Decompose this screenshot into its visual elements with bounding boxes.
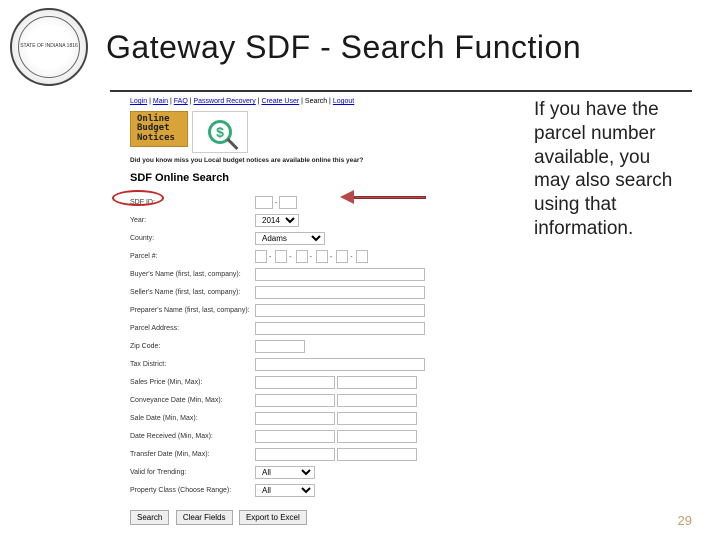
label-county: County:	[130, 235, 255, 242]
daterec-max-input[interactable]	[337, 430, 417, 443]
preparer-input[interactable]	[255, 304, 425, 317]
sdf-id-input-2[interactable]	[279, 196, 297, 209]
label-parcel: Parcel #:	[130, 253, 255, 260]
page-title: Gateway SDF - Search Function	[106, 29, 581, 66]
callout-text: If you have the parcel number available,…	[534, 98, 684, 241]
label-year: Year:	[130, 217, 255, 224]
state-seal-icon: STATE OF INDIANA 1816	[10, 8, 88, 86]
valid-select[interactable]: All	[255, 466, 315, 479]
label-saledate: Sale Date (Min, Max):	[130, 415, 255, 422]
daterec-min-input[interactable]	[255, 430, 335, 443]
label-transfer: Transfer Date (Min, Max):	[130, 451, 255, 458]
page-number: 29	[678, 513, 692, 528]
bc-login[interactable]: Login	[130, 98, 147, 105]
saledate-max-input[interactable]	[337, 412, 417, 425]
label-address: Parcel Address:	[130, 325, 255, 332]
sales-max-input[interactable]	[337, 376, 417, 389]
zip-input[interactable]	[255, 340, 305, 353]
transfer-min-input[interactable]	[255, 448, 335, 461]
taxdist-input[interactable]	[255, 358, 425, 371]
search-button[interactable]: Search	[130, 510, 169, 525]
parcel-input-1[interactable]	[255, 250, 267, 263]
parcel-input-3[interactable]	[296, 250, 308, 263]
bc-password[interactable]: Password Recovery	[194, 98, 256, 105]
parcel-input-6[interactable]	[356, 250, 368, 263]
bc-faq[interactable]: FAQ	[174, 98, 188, 105]
bc-create[interactable]: Create User	[261, 98, 299, 105]
address-input[interactable]	[255, 322, 425, 335]
sales-min-input[interactable]	[255, 376, 335, 389]
parcel-input-5[interactable]	[336, 250, 348, 263]
seal-text: STATE OF INDIANA 1816	[20, 44, 78, 50]
convey-max-input[interactable]	[337, 394, 417, 407]
label-sales: Sales Price (Min, Max):	[130, 379, 255, 386]
bc-logout[interactable]: Logout	[333, 98, 354, 105]
label-taxdist: Tax District:	[130, 361, 255, 368]
label-valid: Valid for Trending:	[130, 469, 255, 476]
clear-fields-button[interactable]: Clear Fields	[176, 510, 233, 525]
online-budget-notices-badge: Online Budget Notices	[130, 111, 188, 147]
label-sdf-id: SDF ID:	[130, 199, 255, 206]
parcel-input-4[interactable]	[316, 250, 328, 263]
seller-input[interactable]	[255, 286, 425, 299]
label-seller: Seller's Name (first, last, company):	[130, 289, 255, 296]
saledate-min-input[interactable]	[255, 412, 335, 425]
export-excel-button[interactable]: Export to Excel	[239, 510, 307, 525]
label-zip: Zip Code:	[130, 343, 255, 350]
parcel-input-2[interactable]	[275, 250, 287, 263]
label-propclass: Property Class (Choose Range):	[130, 487, 255, 494]
county-select[interactable]: Adams	[255, 232, 325, 245]
propclass-select[interactable]: All	[255, 484, 315, 497]
year-select[interactable]: 2014	[255, 214, 299, 227]
magnifier-dollar-icon: $	[192, 111, 248, 153]
label-buyer: Buyer's Name (first, last, company):	[130, 271, 255, 278]
callout-arrow-icon	[340, 190, 426, 204]
bc-search: Search	[305, 98, 327, 105]
sdf-id-input-1[interactable]	[255, 196, 273, 209]
bc-main[interactable]: Main	[153, 98, 168, 105]
transfer-max-input[interactable]	[337, 448, 417, 461]
buyer-input[interactable]	[255, 268, 425, 281]
label-daterec: Date Received (Min, Max):	[130, 433, 255, 440]
convey-min-input[interactable]	[255, 394, 335, 407]
label-preparer: Preparer's Name (first, last, company):	[130, 307, 255, 314]
label-convey: Conveyance Date (Min, Max):	[130, 397, 255, 404]
